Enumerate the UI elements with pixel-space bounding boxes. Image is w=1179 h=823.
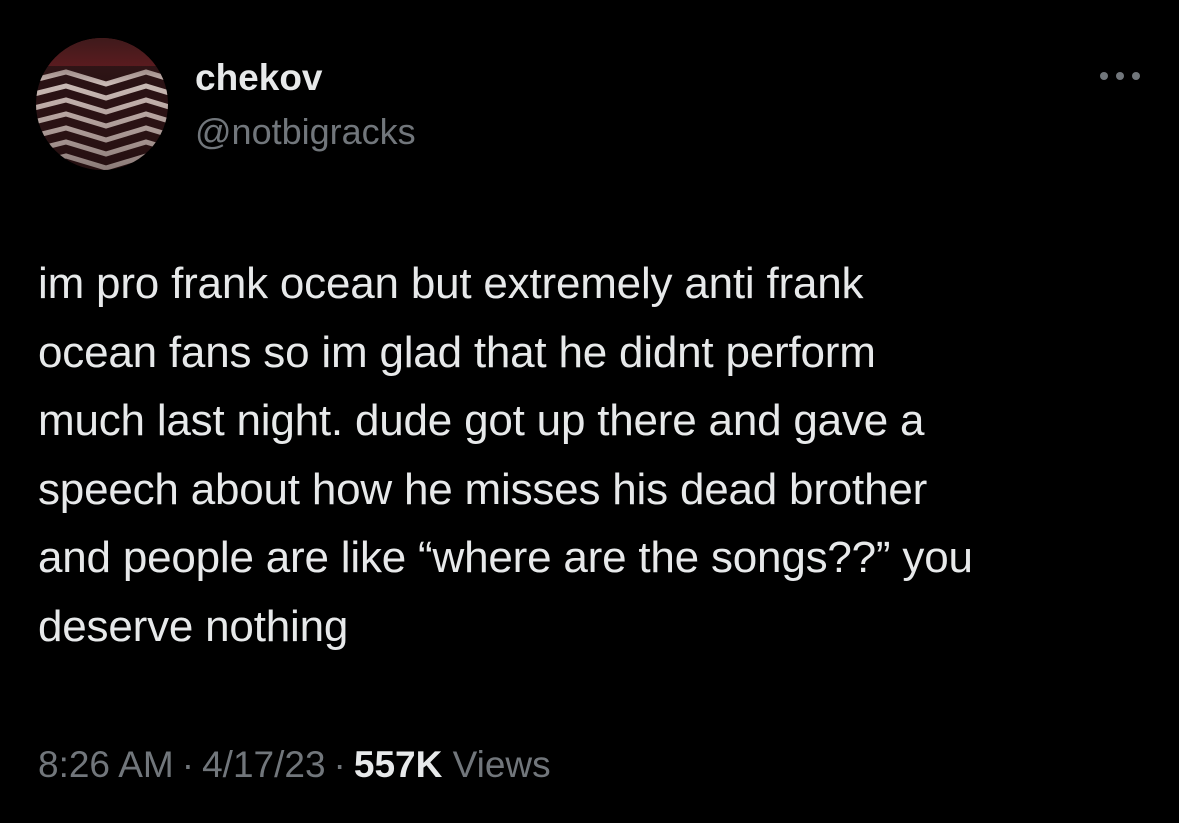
avatar-image [36,38,168,170]
tweet-metadata: 8:26 AM · 4/17/23 · 557K Views [38,740,551,790]
separator-dot: · [333,744,346,785]
tweet-text: im pro frank ocean but extremely anti fr… [38,259,973,651]
views-count: 557K [353,744,443,785]
more-options-button[interactable] [1090,58,1150,94]
user-handle[interactable]: @notbigracks [195,110,416,154]
tweet: chekov @notbigracks im pro frank ocean b… [0,0,1179,823]
views-label: Views [452,744,551,785]
tweet-time[interactable]: 8:26 AM [38,744,174,785]
tweet-date[interactable]: 4/17/23 [202,744,325,785]
avatar[interactable] [36,38,168,170]
display-name[interactable]: chekov [195,56,323,100]
more-horizontal-icon [1100,72,1140,80]
separator-dot: · [181,744,195,785]
